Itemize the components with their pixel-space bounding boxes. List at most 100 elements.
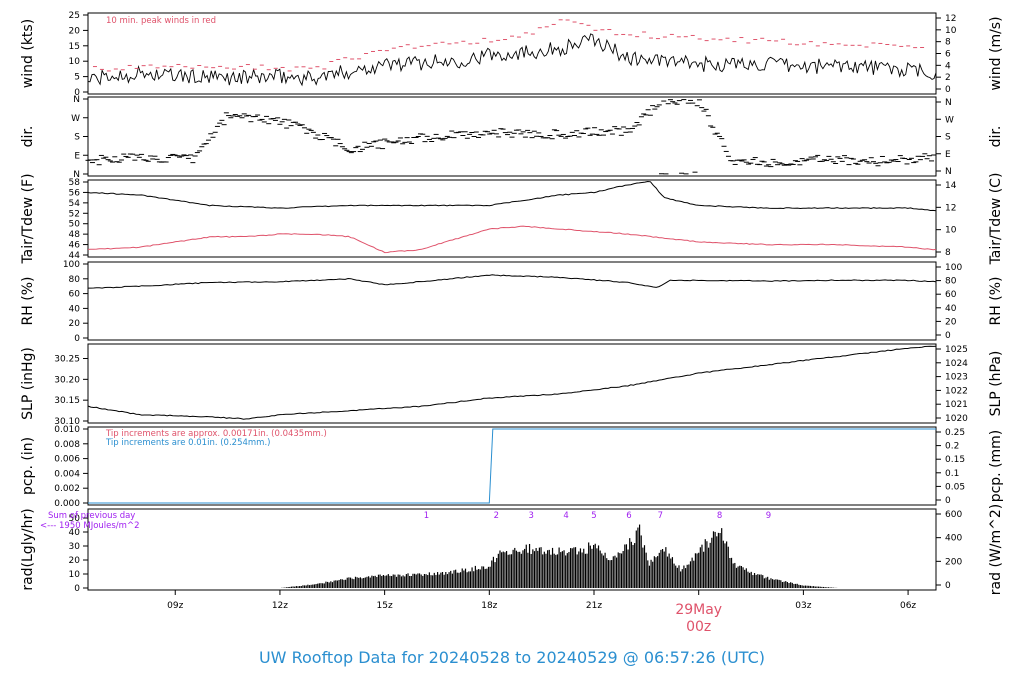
rad-hour-marker: 9 — [766, 511, 771, 521]
dir-right-tick-label: E — [945, 150, 951, 160]
pcp-right-tick-label: 0.2 — [945, 442, 959, 452]
rad-hour-marker: 8 — [717, 511, 722, 521]
rad-sum-annotation: <--- 1950 MJoules/m^2 — [40, 521, 139, 531]
rad-right-tick-label: 200 — [945, 557, 962, 567]
dir-right-tick-label: N — [945, 167, 952, 177]
wind-left-tick-label: 15 — [69, 42, 80, 52]
temp-left-tick-label: 46 — [69, 241, 81, 251]
x-axis-tick-label: 06z — [900, 601, 916, 611]
pcp-annotation: Tip increments are 0.01in. (0.254mm.) — [105, 438, 270, 448]
temp-left-tick-label: 52 — [69, 209, 80, 219]
x-axis-tick-label: 03z — [795, 601, 811, 611]
rad-right-tick-label: 600 — [945, 510, 962, 520]
rad-ylabel-right: rad (W/m^2) — [988, 504, 1004, 595]
slp-left-tick-label: 30.25 — [54, 355, 80, 365]
wind-right-tick-label: 2 — [945, 73, 951, 83]
temp-panel-frame — [87, 179, 937, 258]
rad-left-tick-label: 10 — [69, 570, 81, 580]
rad-left-tick-label: 0 — [74, 584, 80, 594]
rad-hour-marker: 1 — [424, 511, 429, 521]
x-axis-tick-label: 15z — [377, 601, 393, 611]
temp-ylabel-left: Tair/Tdew (F) — [20, 173, 36, 264]
rad-hour-marker: 4 — [563, 511, 568, 521]
rh-ylabel-left: RH (%) — [20, 277, 36, 326]
dir-left-tick-label: S — [74, 133, 80, 143]
dir-right-tick-label: N — [945, 98, 952, 108]
pcp-ylabel-right: pcp. (mm) — [988, 430, 1004, 503]
temp-left-tick-label: 56 — [69, 188, 81, 198]
uw-rooftop-chart: 2520151050121086420wind (kts) wind (m/s)1… — [20, 11, 1004, 635]
rad-right-tick-label: 0 — [945, 581, 951, 591]
rh-right-tick-label: 20 — [945, 317, 957, 327]
wind-left-tick-label: 20 — [69, 26, 81, 36]
rad-hour-marker: 3 — [528, 511, 533, 521]
wind-right-tick-label: 0 — [945, 85, 951, 95]
pcp-left-tick-label: 0.000 — [54, 499, 80, 509]
dir-right-tick-label: W — [945, 115, 954, 125]
figure-title: UW Rooftop Data for 20240528 to 20240529… — [258, 648, 766, 667]
pcp-left-tick-label: 0.008 — [54, 440, 80, 450]
pcp-right-tick-label: 0.25 — [945, 428, 965, 438]
rad-hour-marker: 6 — [626, 511, 631, 521]
temp-left-tick-label: 58 — [69, 178, 81, 188]
x-axis-tick-label: 09z — [167, 601, 183, 611]
slp-left-tick-label: 30.15 — [54, 396, 80, 406]
rh-ylabel-right: RH (%) — [988, 277, 1004, 326]
rad-hour-marker: 2 — [494, 511, 499, 521]
rh-left-tick-label: 80 — [69, 275, 81, 285]
dir-right-tick-label: S — [945, 133, 951, 143]
pcp-left-tick-label: 0.002 — [54, 484, 80, 494]
temp-right-tick-label: 8 — [945, 248, 951, 258]
wind-left-tick-label: 10 — [69, 57, 81, 67]
temp-right-tick-label: 10 — [945, 226, 957, 236]
temp-ylabel-right: Tair/Tdew (C) — [988, 173, 1004, 266]
slp-right-tick-label: 1022 — [945, 386, 968, 396]
temp-left-tick-label: 48 — [69, 230, 81, 240]
pcp-ylabel-left: pcp. (in) — [20, 437, 36, 495]
pcp-right-tick-label: 0.05 — [945, 482, 965, 492]
slp-right-tick-label: 1020 — [945, 414, 968, 424]
wind-right-tick-label: 4 — [945, 61, 951, 71]
rh-right-tick-label: 80 — [945, 277, 957, 287]
dir-left-tick-label: E — [74, 151, 80, 161]
rh-right-tick-label: 100 — [945, 263, 962, 273]
wind-right-tick-label: 12 — [945, 14, 956, 24]
wind-series-line — [87, 33, 937, 87]
pcp-left-tick-label: 0.006 — [54, 455, 80, 465]
wind-ylabel-left: wind (kts) — [20, 19, 36, 88]
slp-panel-frame — [87, 343, 937, 424]
rad-left-tick-label: 30 — [69, 542, 81, 552]
rad-left-tick-label: 20 — [69, 556, 81, 566]
wind-annotation: 10 min. peak winds in red — [106, 16, 216, 26]
pcp-right-tick-label: 0.1 — [945, 469, 959, 479]
dir-ylabel-right: dir. — [988, 126, 1004, 148]
wind-right-tick-label: 6 — [945, 50, 951, 60]
rad-ylabel-left: rad(Lgly/hr) — [20, 508, 36, 590]
rh-left-tick-label: 100 — [63, 260, 80, 270]
slp-series-black-line — [87, 345, 937, 420]
rad-right-tick-label: 400 — [945, 534, 962, 544]
rh-left-tick-label: 40 — [69, 304, 81, 314]
rh-panel-frame — [87, 261, 937, 341]
wind-ylabel-right: wind (m/s) — [988, 16, 1004, 90]
dir-ylabel-left: dir. — [20, 126, 36, 148]
wind-right-tick-label: 8 — [945, 38, 951, 48]
slp-ylabel-right: SLP (hPa) — [988, 351, 1004, 417]
slp-right-tick-label: 1021 — [945, 400, 968, 410]
slp-left-tick-label: 30.20 — [54, 375, 80, 385]
slp-right-tick-label: 1023 — [945, 373, 968, 383]
dir-panel-frame — [87, 96, 937, 177]
temp-right-tick-label: 12 — [945, 203, 956, 213]
rh-left-tick-label: 20 — [69, 319, 81, 329]
rad-sum-annotation: Sum of previous day — [48, 511, 135, 521]
rh-left-tick-label: 0 — [74, 334, 80, 344]
x-axis-date-hour: 00z — [686, 619, 711, 635]
wind-left-tick-label: 25 — [69, 11, 80, 21]
rh-left-tick-label: 60 — [69, 290, 81, 300]
pcp-right-tick-label: 0 — [945, 496, 951, 506]
x-axis-tick-label: 21z — [586, 601, 602, 611]
x-axis-tick-label: 12z — [272, 601, 288, 611]
slp-right-tick-label: 1024 — [945, 359, 968, 369]
wind-right-tick-label: 10 — [945, 26, 957, 36]
rh-right-tick-label: 0 — [945, 331, 951, 341]
